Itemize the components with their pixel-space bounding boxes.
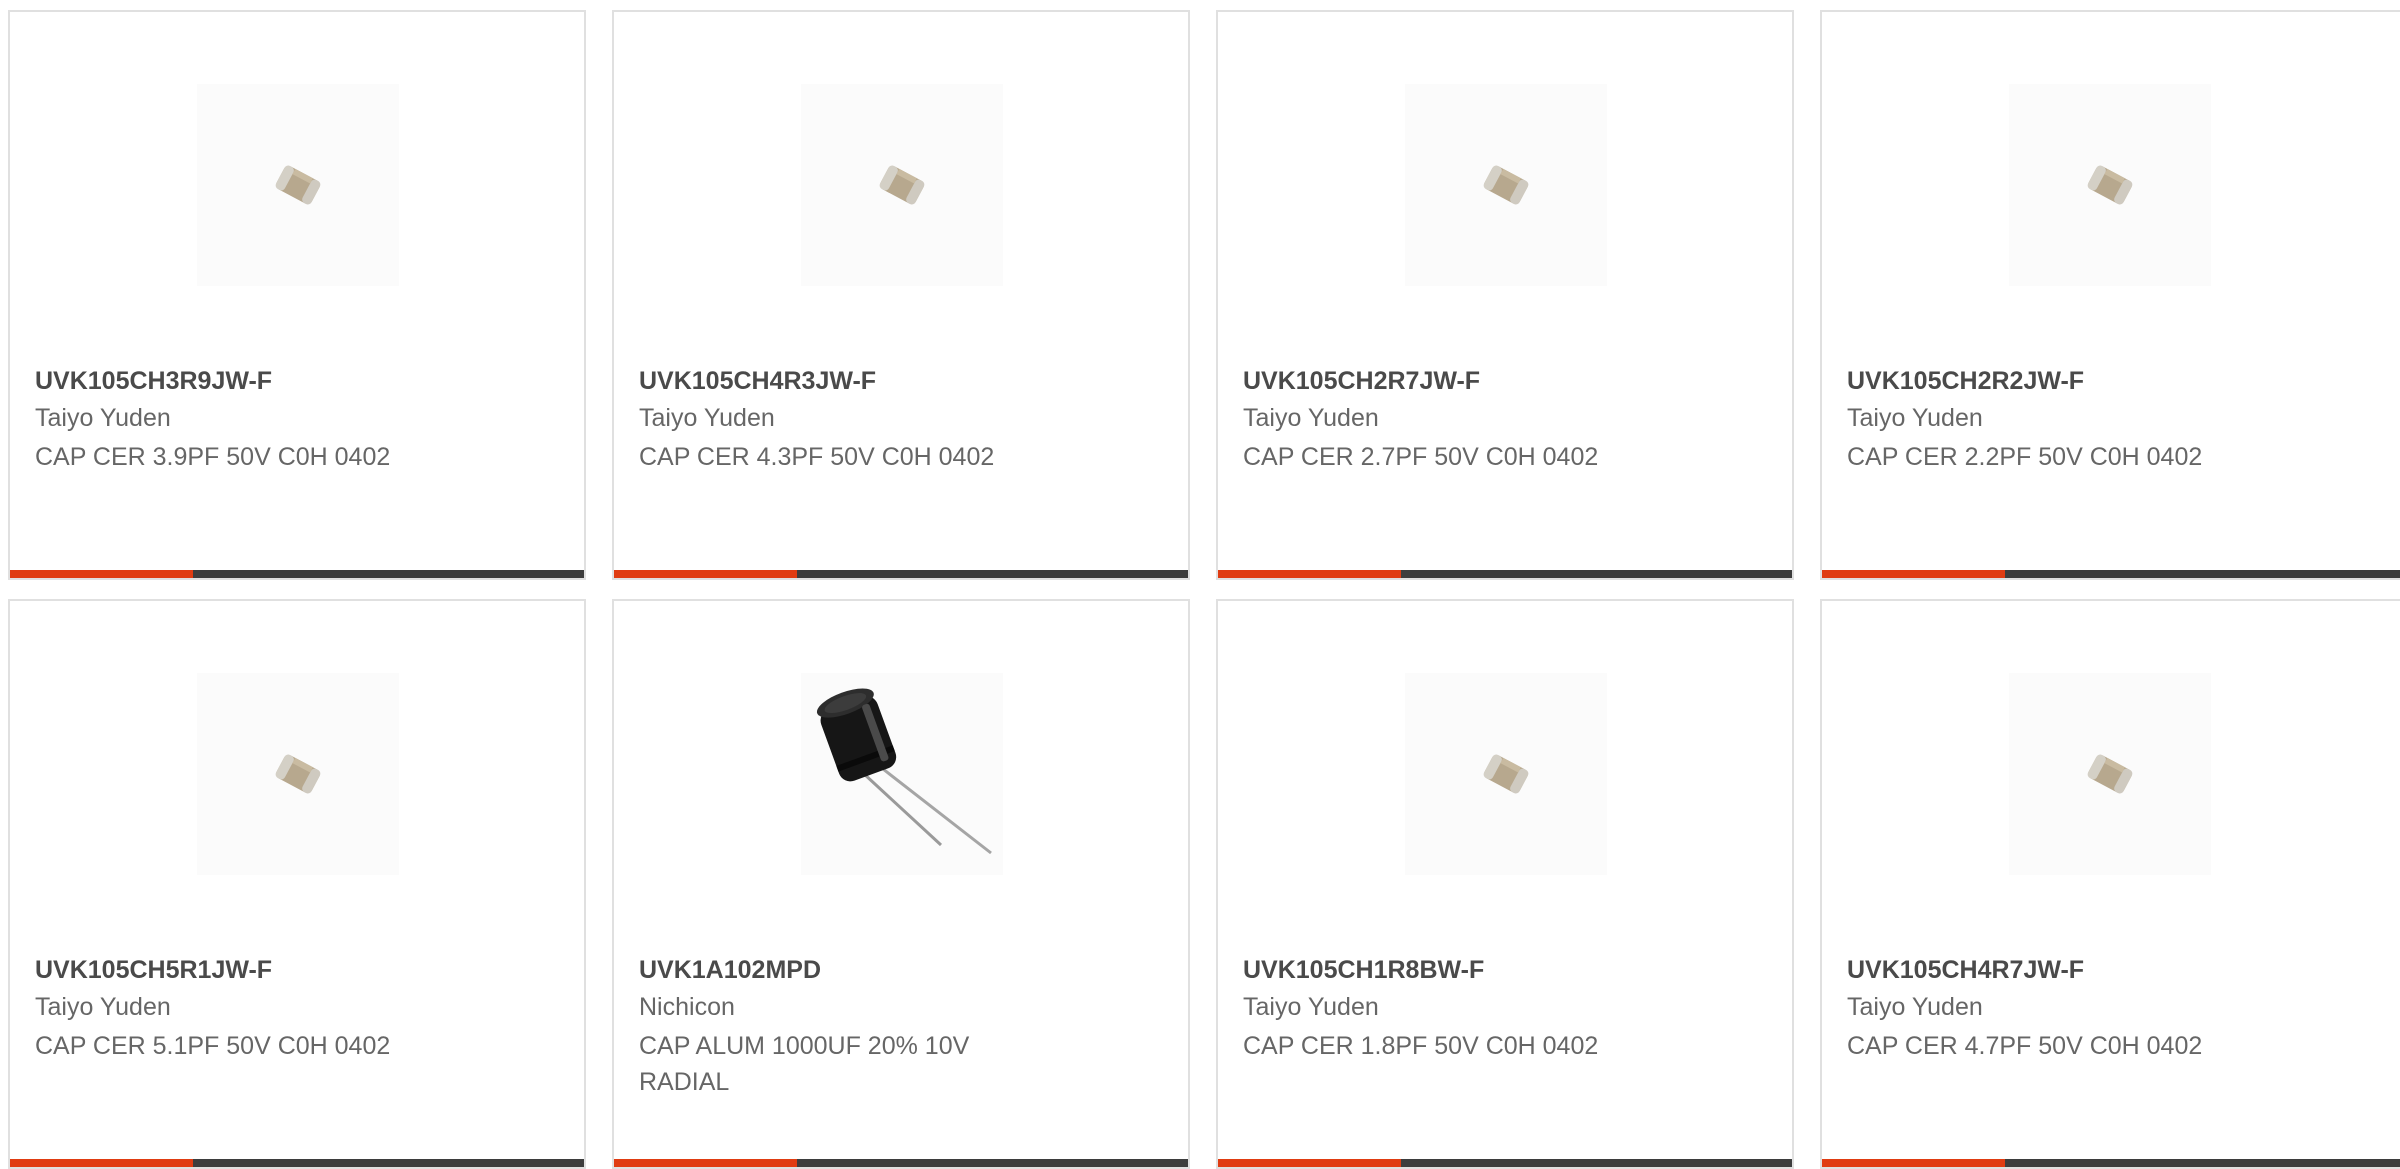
description: CAP CER 5.1PF 50V C0H 0402: [35, 1032, 391, 1060]
manufacturer: Taiyo Yuden: [639, 404, 775, 432]
card-accent: [10, 1159, 193, 1167]
part-number[interactable]: UVK105CH4R7JW-F: [1847, 955, 2084, 985]
card-bar: [614, 570, 1188, 578]
manufacturer: Taiyo Yuden: [35, 993, 171, 1021]
product-image[interactable]: [197, 84, 399, 286]
part-number[interactable]: UVK105CH2R2JW-F: [1847, 366, 2084, 396]
manufacturer: Taiyo Yuden: [1847, 404, 1983, 432]
part-number[interactable]: UVK105CH5R1JW-F: [35, 955, 272, 985]
product-image[interactable]: [197, 673, 399, 875]
card-bar: [1822, 1159, 2400, 1167]
description: CAP CER 4.7PF 50V C0H 0402: [1847, 1032, 2203, 1060]
card-bar: [1218, 1159, 1792, 1167]
card-accent: [10, 570, 193, 578]
product-image[interactable]: [801, 84, 1003, 286]
ceramic-chip-capacitor-icon: [275, 165, 321, 205]
product-card[interactable]: UVK105CH2R2JW-F Taiyo Yuden CAP CER 2.2P…: [1820, 10, 2400, 580]
card-bar: [1218, 570, 1792, 578]
manufacturer: Taiyo Yuden: [1243, 993, 1379, 1021]
product-image[interactable]: [2009, 673, 2211, 875]
ceramic-chip-capacitor-icon: [1483, 165, 1529, 205]
description: CAP CER 2.2PF 50V C0H 0402: [1847, 443, 2203, 471]
manufacturer: Taiyo Yuden: [1243, 404, 1379, 432]
card-accent: [1218, 570, 1401, 578]
product-image[interactable]: [1405, 84, 1607, 286]
product-card[interactable]: UVK105CH3R9JW-F Taiyo Yuden CAP CER 3.9P…: [8, 10, 586, 580]
description: CAP CER 3.9PF 50V C0H 0402: [35, 443, 391, 471]
manufacturer: Nichicon: [639, 993, 735, 1021]
card-accent: [614, 570, 797, 578]
part-number[interactable]: UVK105CH3R9JW-F: [35, 366, 272, 396]
card-bar: [10, 570, 584, 578]
description: CAP CER 4.3PF 50V C0H 0402: [639, 443, 995, 471]
part-number[interactable]: UVK105CH2R7JW-F: [1243, 366, 1480, 396]
description: CAP CER 2.7PF 50V C0H 0402: [1243, 443, 1599, 471]
card-accent: [1822, 1159, 2005, 1167]
product-image[interactable]: [1405, 673, 1607, 875]
product-card[interactable]: UVK105CH4R3JW-F Taiyo Yuden CAP CER 4.3P…: [612, 10, 1190, 580]
part-number[interactable]: UVK105CH1R8BW-F: [1243, 955, 1484, 985]
description: CAP ALUM 1000UF 20% 10V RADIAL: [639, 1032, 970, 1096]
ceramic-chip-capacitor-icon: [275, 754, 321, 794]
manufacturer: Taiyo Yuden: [35, 404, 171, 432]
card-bar: [10, 1159, 584, 1167]
product-grid: UVK105CH3R9JW-F Taiyo Yuden CAP CER 3.9P…: [0, 0, 2400, 1169]
ceramic-chip-capacitor-icon: [1483, 754, 1529, 794]
card-bar: [1822, 570, 2400, 578]
electrolytic-capacitor-icon: [816, 688, 992, 855]
card-accent: [1218, 1159, 1401, 1167]
ceramic-chip-capacitor-icon: [2087, 754, 2133, 794]
product-image[interactable]: [2009, 84, 2211, 286]
product-card[interactable]: UVK105CH1R8BW-F Taiyo Yuden CAP CER 1.8P…: [1216, 599, 1794, 1169]
manufacturer: Taiyo Yuden: [1847, 993, 1983, 1021]
product-card[interactable]: UVK105CH4R7JW-F Taiyo Yuden CAP CER 4.7P…: [1820, 599, 2400, 1169]
ceramic-chip-capacitor-icon: [879, 165, 925, 205]
product-image[interactable]: [801, 673, 1003, 875]
card-accent: [614, 1159, 797, 1167]
product-card[interactable]: UVK105CH2R7JW-F Taiyo Yuden CAP CER 2.7P…: [1216, 10, 1794, 580]
card-bar: [614, 1159, 1188, 1167]
ceramic-chip-capacitor-icon: [2087, 165, 2133, 205]
description: CAP CER 1.8PF 50V C0H 0402: [1243, 1032, 1599, 1060]
card-accent: [1822, 570, 2005, 578]
product-card[interactable]: UVK1A102MPD Nichicon CAP ALUM 1000UF 20%…: [612, 599, 1190, 1169]
part-number[interactable]: UVK1A102MPD: [639, 955, 821, 985]
product-card[interactable]: UVK105CH5R1JW-F Taiyo Yuden CAP CER 5.1P…: [8, 599, 586, 1169]
part-number[interactable]: UVK105CH4R3JW-F: [639, 366, 876, 396]
